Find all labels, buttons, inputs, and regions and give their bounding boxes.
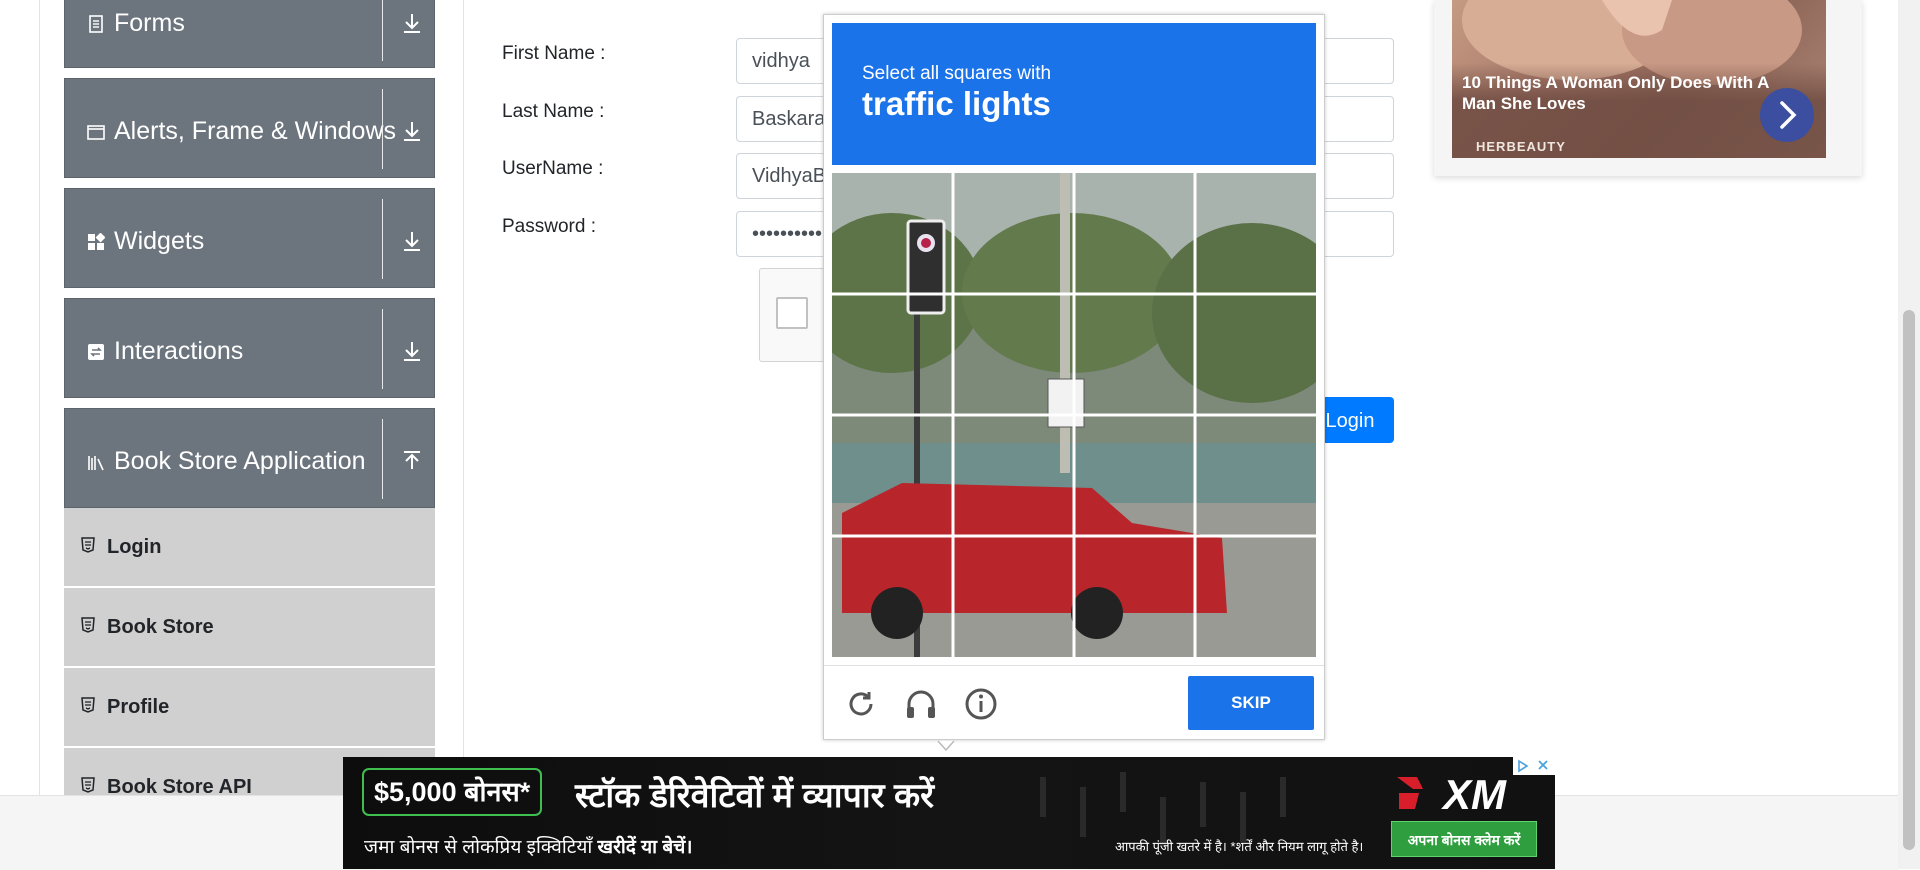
download-arrow-icon[interactable] — [400, 119, 424, 143]
download-arrow-icon[interactable] — [400, 339, 424, 363]
ad-choices[interactable] — [1513, 757, 1555, 775]
ad-headline: स्टॉक डेरिवेटिवों में व्यापार करें — [575, 777, 935, 815]
chevron-right-icon — [1780, 101, 1797, 129]
divider — [382, 309, 383, 389]
download-arrow-icon[interactable] — [400, 11, 424, 35]
group-interactions[interactable]: Interactions — [64, 298, 435, 398]
divider — [382, 199, 383, 279]
info-icon[interactable] — [964, 687, 998, 721]
pole — [1060, 173, 1070, 473]
ad-subline: जमा बोनस से लोकप्रिय इक्विटियाँ खरीदें य… — [364, 833, 692, 859]
html5-icon — [81, 537, 95, 553]
sidebar-item-label: Book Store — [107, 616, 214, 638]
interactions-icon — [88, 344, 104, 360]
sponsored-ad[interactable]: 10 Things A Woman Only Does With A Man S… — [1434, 0, 1862, 176]
sidebar-item-label: Login — [107, 536, 162, 558]
username-label: UserName : — [502, 158, 604, 179]
sidebar-item-label: Profile — [107, 696, 170, 718]
upload-arrow-icon[interactable] — [400, 449, 424, 473]
sidebar-item-profile[interactable]: Profile — [64, 668, 435, 746]
xm-logo-text: XM — [1441, 771, 1507, 817]
divider — [382, 89, 383, 169]
document-icon — [89, 15, 103, 33]
skip-button[interactable]: SKIP — [1188, 676, 1314, 730]
captcha-footer-divider — [824, 665, 1324, 666]
last-name-label: Last Name : — [502, 101, 605, 122]
adchoices-icon — [1518, 759, 1548, 773]
audio-headphones-icon[interactable] — [904, 687, 938, 721]
ad-headline[interactable]: 10 Things A Woman Only Does With A Man S… — [1462, 72, 1772, 114]
reload-icon[interactable] — [844, 687, 878, 721]
sidebar-item-book-store[interactable]: Book Store — [64, 588, 435, 666]
ad-next-button[interactable] — [1760, 88, 1814, 142]
content-divider — [463, 0, 464, 795]
captcha-image-grid[interactable] — [832, 173, 1316, 657]
group-title: Alerts, Frame & Windows — [114, 117, 397, 145]
ad-disclaimer: आपकी पूंजी खतरे में है। *शर्तें और नियम … — [1115, 839, 1364, 854]
truck-wheel — [1071, 587, 1123, 639]
captcha-pointer-icon — [937, 740, 955, 752]
first-name-label: First Name : — [502, 43, 606, 64]
ad-bonus-badge: $5,000 बोनस* — [362, 768, 543, 816]
widgets-icon — [88, 233, 105, 250]
books-icon — [88, 456, 104, 471]
page-scrollbar[interactable] — [1898, 0, 1920, 869]
truck-wheel — [871, 587, 923, 639]
sidebar-item-login[interactable]: Login — [64, 508, 435, 586]
captcha-prompt: Select all squares with — [862, 63, 1052, 84]
sidebar-frame-line — [39, 0, 40, 795]
captcha-instructions: Select all squares with traffic lights — [832, 23, 1316, 165]
bottom-banner-ad[interactable]: $5,000 बोनस* स्टॉक डेरिवेटिवों में व्याप… — [343, 757, 1555, 869]
group-title: Forms — [114, 9, 185, 37]
scrollbar-thumb[interactable] — [1903, 310, 1915, 850]
html5-icon — [81, 777, 95, 793]
captcha-challenge: Select all squares with traffic lights S… — [823, 14, 1325, 740]
xm-logo-icon: XM — [1397, 771, 1507, 817]
html5-icon — [81, 617, 95, 633]
recaptcha-checkbox[interactable] — [776, 297, 808, 329]
ad-subline-text: जमा बोनस से लोकप्रिय इक्विटियाँ — [364, 837, 593, 858]
group-title: Interactions — [114, 337, 244, 365]
group-alerts-frame-windows[interactable]: Alerts, Frame & Windows — [64, 78, 435, 178]
road-sign — [1047, 378, 1085, 428]
ad-cta-button[interactable]: अपना बोनस क्लेम करें — [1391, 821, 1537, 857]
ad-subline-bold: खरीदें या बेचें। — [597, 837, 693, 858]
sidebar: Forms Alerts, Frame & Windows Widgets In… — [64, 0, 435, 828]
ad-brand: HERBEAUTY — [1476, 139, 1566, 154]
captcha-target: traffic lights — [862, 85, 1051, 122]
ad-image: 10 Things A Woman Only Does With A Man S… — [1452, 0, 1826, 158]
window-icon — [87, 125, 105, 140]
group-forms[interactable]: Forms — [64, 0, 435, 68]
divider — [382, 419, 383, 499]
group-widgets[interactable]: Widgets — [64, 188, 435, 288]
download-arrow-icon[interactable] — [400, 229, 424, 253]
group-title: Book Store Application — [114, 447, 366, 475]
group-book-store-application[interactable]: Book Store Application — [64, 408, 435, 508]
group-title: Widgets — [114, 227, 205, 255]
traffic-light-lamp — [921, 238, 931, 248]
divider — [382, 0, 383, 61]
password-label: Password : — [502, 216, 596, 237]
html5-icon — [81, 697, 95, 713]
